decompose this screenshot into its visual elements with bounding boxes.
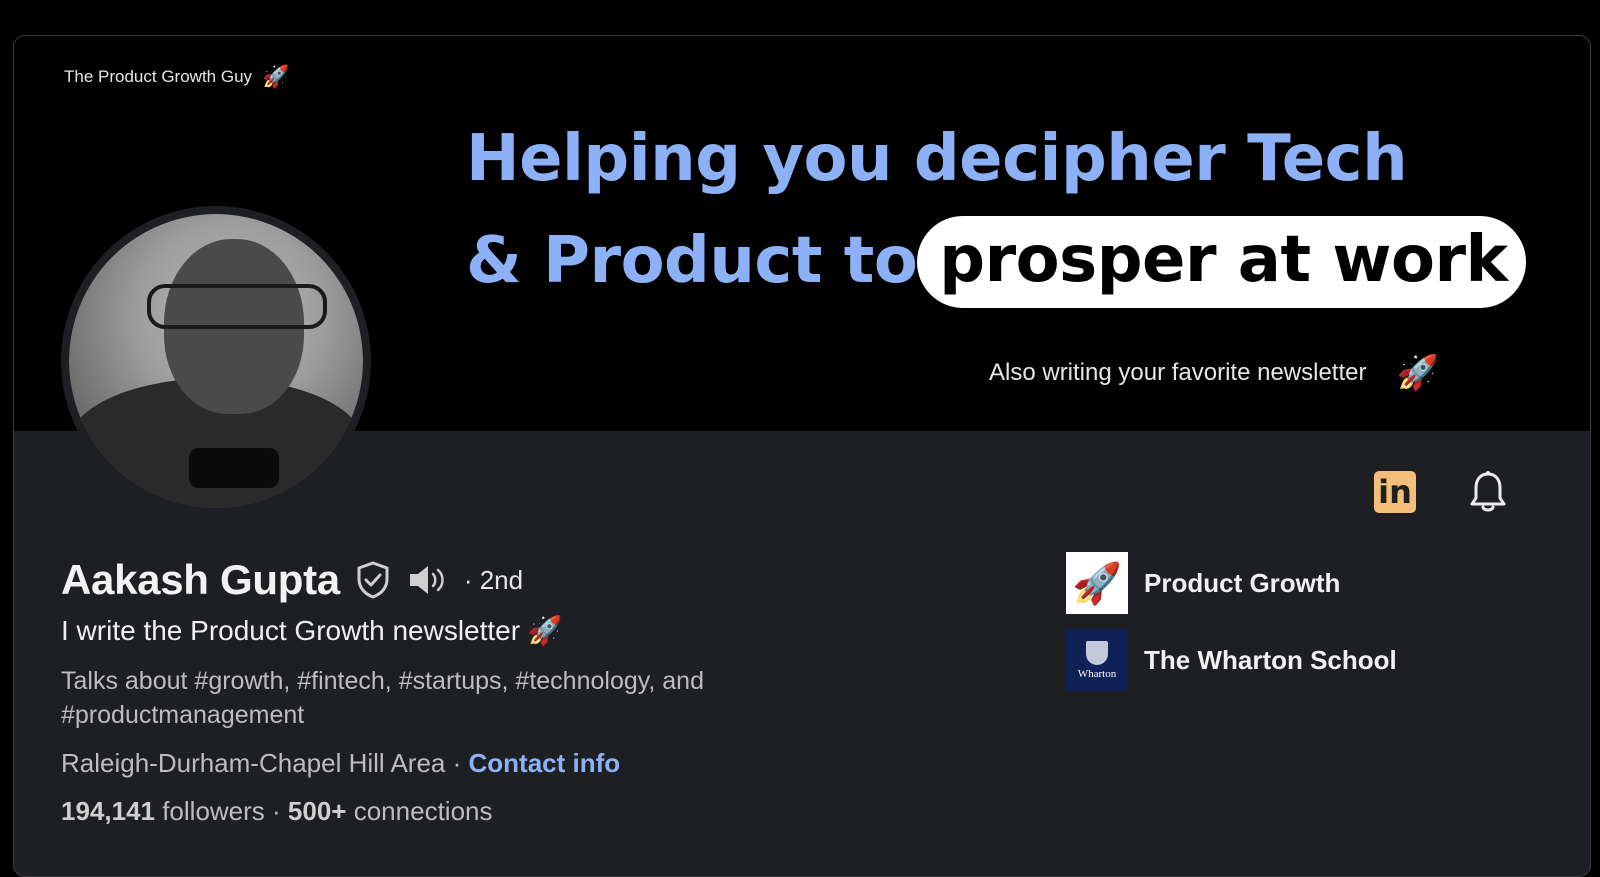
profile-avatar[interactable] [61, 206, 371, 516]
wharton-logo: Wharton [1066, 629, 1128, 691]
profile-location: Raleigh-Durham-Chapel Hill Area [61, 748, 446, 778]
avatar-bowtie [189, 448, 279, 488]
followers-link[interactable]: 194,141 followers [61, 796, 265, 826]
profile-card: The Product Growth Guy 🚀 Helping you dec… [13, 35, 1591, 877]
speaker-icon[interactable] [406, 561, 450, 599]
stats-separator: · [264, 796, 288, 826]
banner-tagline: Also writing your favorite newsletter 🚀 [989, 356, 1439, 390]
headline-line-2: & Product to prosper at work [466, 210, 1526, 312]
rocket-icon: 🚀 [1066, 552, 1128, 614]
headline-line-2-prefix: & Product to [466, 224, 918, 299]
connection-degree: · 2nd [463, 564, 524, 595]
tagline-text: Also writing your favorite newsletter [989, 359, 1367, 386]
connections-count: 500+ [287, 796, 347, 826]
org-list: 🚀 Product Growth Wharton The Wharton Sch… [1066, 552, 1397, 706]
stats-row: 194,141 followers · 500+ connections [61, 796, 492, 827]
followers-label: followers [154, 796, 265, 826]
connections-link[interactable]: 500+ connections [288, 796, 493, 826]
org-name: The Wharton School [1144, 644, 1397, 675]
connections-label: connections [346, 796, 493, 826]
banner-brand: The Product Growth Guy 🚀 [64, 66, 289, 88]
location-separator: · [445, 748, 469, 778]
wharton-shield-icon [1086, 640, 1108, 665]
bell-icon-graphic [1470, 471, 1506, 512]
bell-icon[interactable] [1466, 468, 1510, 516]
linkedin-icon[interactable]: in [1374, 471, 1416, 513]
profile-headline: I write the Product Growth newsletter 🚀 [61, 615, 563, 646]
avatar-photo [69, 214, 363, 508]
avatar-glasses [147, 284, 327, 329]
shield-check-icon[interactable] [354, 560, 392, 600]
brand-label: The Product Growth Guy [64, 67, 253, 86]
rocket-icon: 🚀 [262, 64, 290, 89]
rocket-icon: 🚀 [1396, 354, 1439, 392]
contact-info-link[interactable]: Contact info [469, 748, 621, 778]
profile-name: Aakash Gupta [61, 556, 340, 603]
headline-highlight: prosper at work [917, 215, 1526, 308]
headline-line-1: Helping you decipher Tech [466, 122, 1408, 196]
wharton-logo-text: Wharton [1077, 667, 1117, 680]
banner-headline: Helping you decipher Tech & Product to p… [466, 108, 1526, 313]
profile-about: Talks about #growth, #fintech, #startups… [61, 667, 704, 729]
org-item-wharton[interactable]: Wharton The Wharton School [1066, 629, 1397, 691]
location-row: Raleigh-Durham-Chapel Hill Area · Contac… [61, 748, 620, 779]
followers-count: 194,141 [61, 796, 155, 826]
org-item-product-growth[interactable]: 🚀 Product Growth [1066, 552, 1397, 614]
org-name: Product Growth [1144, 567, 1341, 598]
name-row: Aakash Gupta · 2nd [61, 556, 523, 604]
